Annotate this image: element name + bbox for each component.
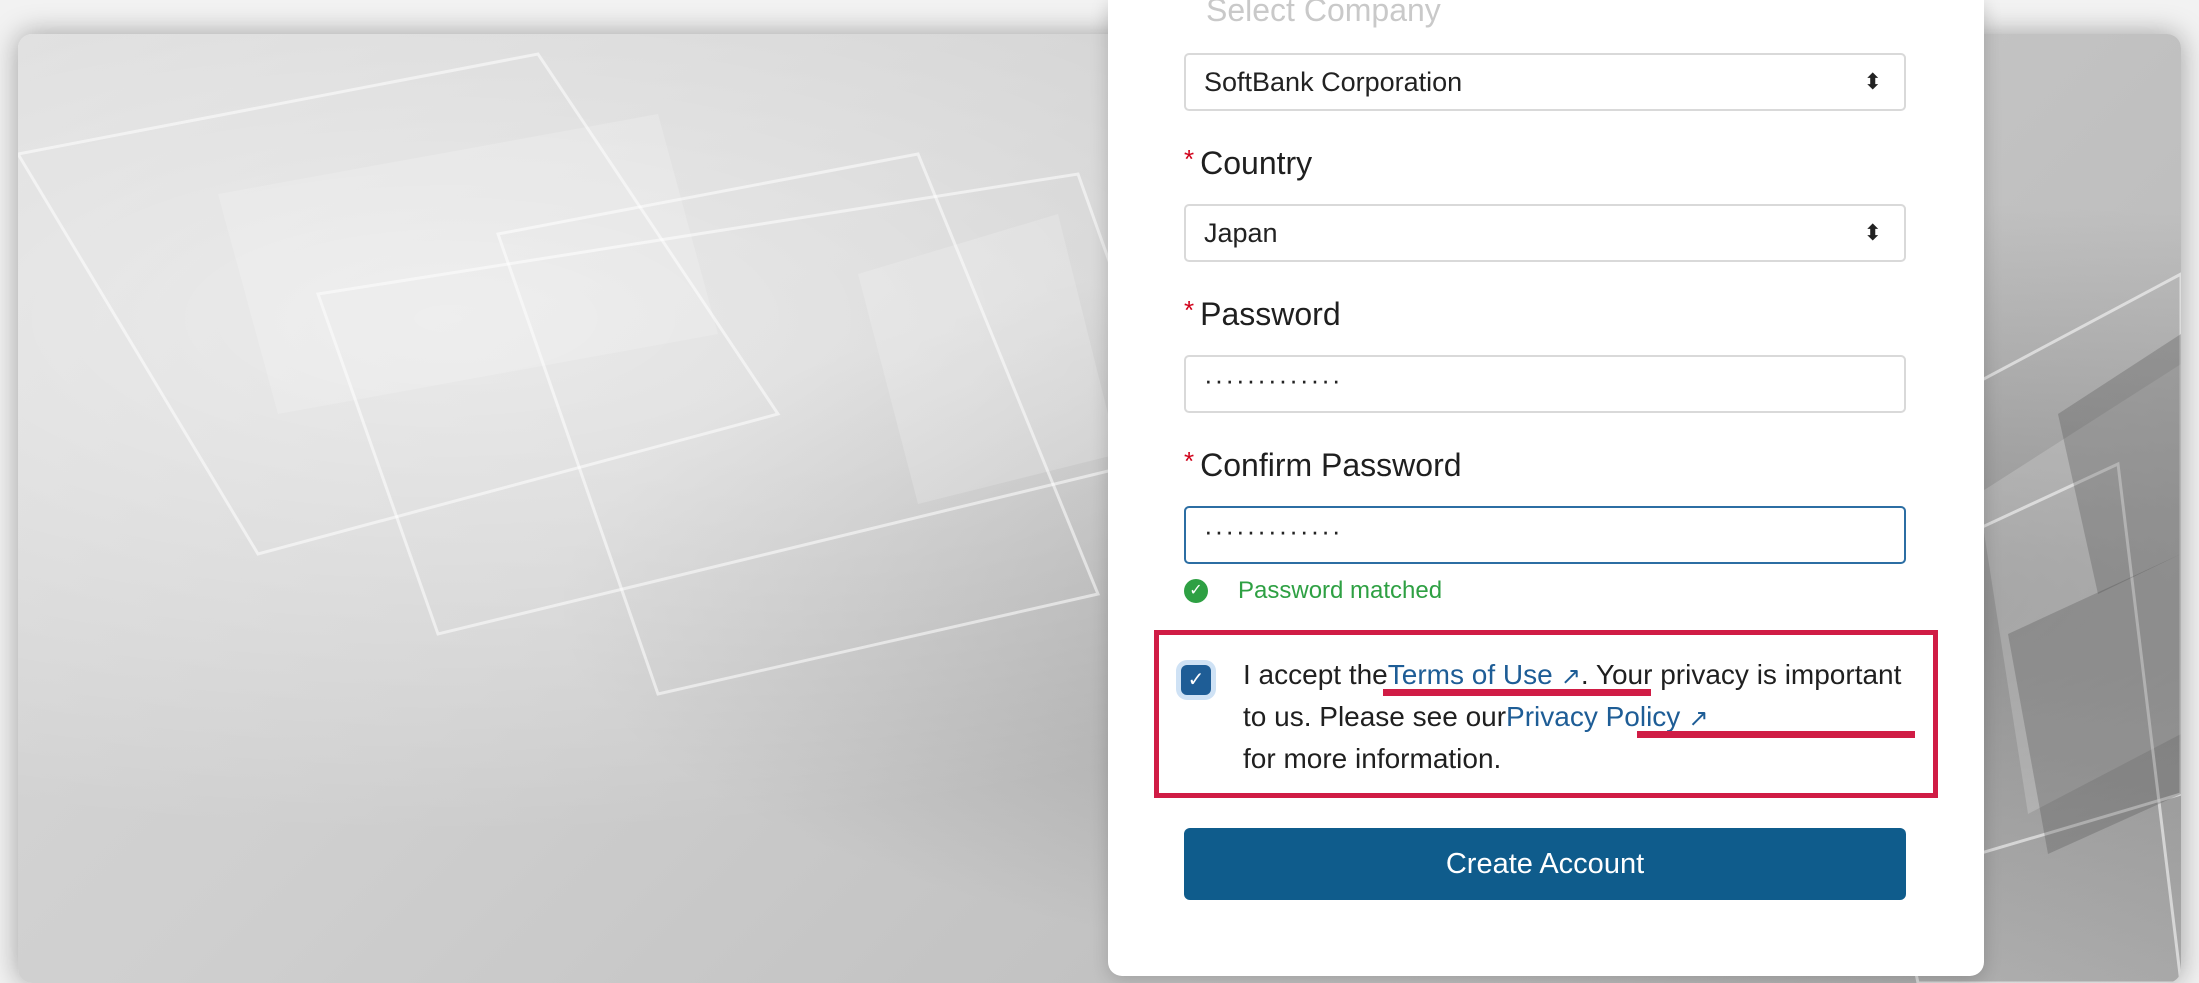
country-select-value: Japan: [1204, 218, 1278, 248]
company-select[interactable]: SoftBank Corporation ⬍: [1184, 53, 1906, 111]
confirm-password-field[interactable]: ·············: [1184, 506, 1906, 564]
confirm-password-value: ·············: [1204, 516, 1343, 546]
external-link-icon: ↗: [1688, 705, 1709, 732]
confirm-password-label-text: Confirm Password: [1200, 447, 1462, 483]
sort-arrows-icon: ⬍: [1863, 69, 1882, 94]
external-link-icon: ↗: [1560, 663, 1581, 690]
checkmark-icon: ✓: [1187, 669, 1205, 691]
password-match-text: Password matched: [1238, 577, 1443, 604]
terms-suffix: for more information.: [1243, 743, 1502, 774]
terms-of-use-link-text: Terms of Use: [1387, 659, 1553, 690]
country-label: * Country: [1184, 144, 1312, 182]
privacy-policy-link-text: Privacy Policy: [1506, 701, 1681, 732]
password-label: * Password: [1184, 295, 1341, 333]
required-marker: *: [1184, 144, 1195, 174]
password-label-text: Password: [1200, 296, 1341, 332]
password-value: ·············: [1204, 365, 1343, 395]
terms-text: I accept theTerms of Use ↗. Your privacy …: [1243, 655, 1923, 779]
check-circle-icon: ✓: [1184, 579, 1208, 603]
privacy-policy-link[interactable]: Privacy Policy ↗: [1506, 701, 1708, 732]
create-account-button[interactable]: Create Account: [1184, 828, 1906, 900]
sort-arrows-icon: ⬍: [1863, 220, 1882, 245]
privacy-underline-annotation: [1637, 731, 1915, 738]
terms-prefix: I accept the: [1243, 659, 1388, 690]
terms-underline-annotation: [1383, 689, 1651, 696]
screen: Select Company SoftBank Corporation ⬍ * C…: [0, 0, 2199, 983]
required-marker: *: [1184, 446, 1195, 476]
company-label: Select Company: [1206, 0, 1441, 28]
terms-highlight-box: ✓ I accept theTerms of Use ↗. Your privac…: [1154, 630, 1938, 798]
country-select[interactable]: Japan ⬍: [1184, 204, 1906, 262]
terms-of-use-link[interactable]: Terms of Use ↗: [1388, 659, 1581, 690]
required-marker: *: [1184, 295, 1195, 325]
password-match-status: ✓ Password matched: [1184, 576, 1442, 606]
signup-card: Select Company SoftBank Corporation ⬍ * C…: [1108, 0, 1984, 976]
password-field[interactable]: ·············: [1184, 355, 1906, 413]
company-select-value: SoftBank Corporation: [1204, 67, 1463, 97]
confirm-password-label: * Confirm Password: [1184, 446, 1462, 484]
country-label-text: Country: [1200, 145, 1313, 181]
terms-checkbox[interactable]: ✓: [1181, 665, 1211, 695]
